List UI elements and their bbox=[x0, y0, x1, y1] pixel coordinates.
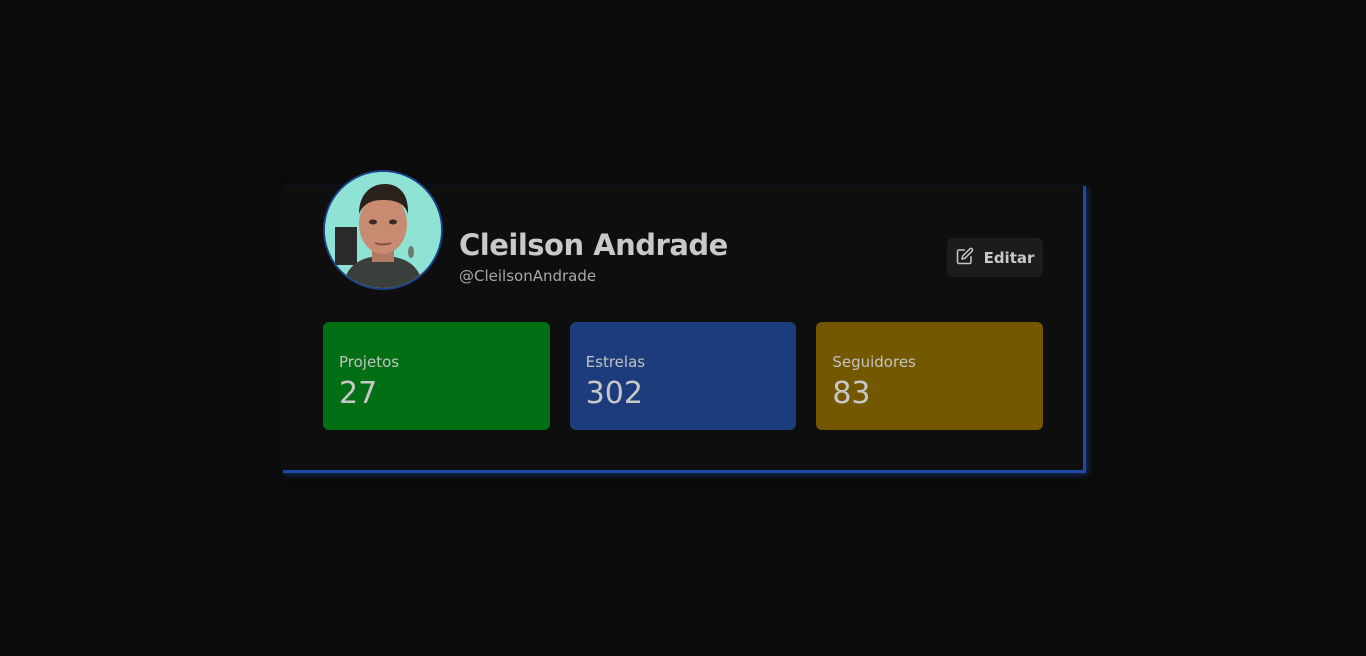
edit-button-label: Editar bbox=[983, 248, 1035, 267]
avatar bbox=[323, 170, 443, 290]
stat-label: Estrelas bbox=[585, 353, 646, 371]
edit-button[interactable]: Editar bbox=[947, 238, 1043, 277]
stats-row: Projetos 27 Estrelas 302 Seguidores 83 bbox=[323, 322, 1044, 430]
profile-name: Cleilson Andrade bbox=[459, 228, 728, 262]
profile-card: Cleilson Andrade @CleilsonAndrade Editar… bbox=[283, 170, 1086, 473]
stat-value: 83 bbox=[832, 376, 871, 411]
stat-value: 302 bbox=[585, 376, 643, 411]
profile-handle: @CleilsonAndrade bbox=[459, 267, 597, 285]
avatar-image bbox=[325, 172, 441, 288]
stat-value: 27 bbox=[339, 376, 378, 411]
edit-icon bbox=[956, 247, 974, 269]
stat-seguidores: Seguidores 83 bbox=[816, 322, 1044, 430]
stat-label: Seguidores bbox=[832, 353, 916, 371]
stat-label: Projetos bbox=[339, 353, 400, 371]
stat-estrelas: Estrelas 302 bbox=[569, 322, 797, 430]
stat-projetos: Projetos 27 bbox=[323, 322, 550, 430]
